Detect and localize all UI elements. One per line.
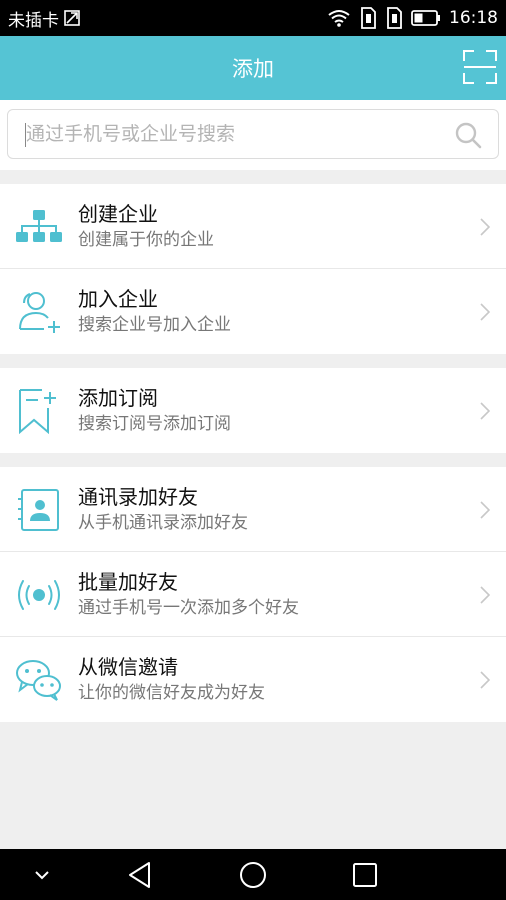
list-item-wechat-invite[interactable]: 从微信邀请 让你的微信好友成为好友 bbox=[0, 637, 506, 722]
list-item-batch-add-friends[interactable]: 批量加好友 通过手机号一次添加多个好友 bbox=[0, 552, 506, 637]
search-box bbox=[7, 109, 499, 159]
item-subtitle: 让你的微信好友成为好友 bbox=[78, 683, 265, 703]
system-nav-bar bbox=[0, 849, 506, 900]
back-triangle-icon bbox=[129, 862, 150, 888]
chevron-right-icon bbox=[480, 586, 490, 604]
carrier-label: 未插卡 bbox=[8, 10, 59, 31]
status-bar: 未插卡 16:18 bbox=[0, 0, 506, 36]
sim-slot-2-icon bbox=[387, 7, 402, 29]
broadcast-icon bbox=[18, 580, 60, 610]
page-title: 添加 bbox=[232, 57, 274, 81]
list-item-join-enterprise[interactable]: 加入企业 搜索企业号加入企业 bbox=[0, 269, 506, 354]
search-icon[interactable] bbox=[454, 121, 482, 149]
add-user-icon bbox=[19, 292, 60, 333]
home-button[interactable] bbox=[235, 857, 271, 893]
no-sim-icon bbox=[64, 10, 80, 26]
text-cursor bbox=[25, 123, 26, 147]
item-title: 添加订阅 bbox=[78, 386, 158, 410]
chevron-right-icon bbox=[480, 303, 490, 321]
chevron-right-icon bbox=[480, 501, 490, 519]
item-title: 创建企业 bbox=[78, 202, 158, 226]
search-input[interactable] bbox=[26, 110, 446, 158]
chevron-down-icon bbox=[35, 871, 49, 880]
chevron-right-icon bbox=[480, 218, 490, 236]
recents-button[interactable] bbox=[347, 857, 383, 893]
chevron-right-icon bbox=[480, 671, 490, 689]
app-header: 添加 bbox=[0, 36, 506, 100]
battery-icon bbox=[411, 10, 440, 26]
org-chart-icon bbox=[16, 210, 62, 242]
sim-slot-1-icon bbox=[361, 7, 376, 29]
contacts-icon bbox=[18, 489, 59, 531]
item-title: 通讯录加好友 bbox=[78, 485, 198, 509]
menu-group-subscription: 添加订阅 搜索订阅号添加订阅 bbox=[0, 368, 506, 453]
home-circle-icon bbox=[240, 862, 266, 888]
item-subtitle: 从手机通讯录添加好友 bbox=[78, 513, 248, 533]
search-section bbox=[0, 100, 506, 170]
menu-group-friends: 通讯录加好友 从手机通讯录添加好友 批量加好友 通过手机号一次添加多个好友 从微… bbox=[0, 467, 506, 722]
item-title: 批量加好友 bbox=[78, 570, 178, 594]
item-title: 加入企业 bbox=[78, 287, 158, 311]
item-subtitle: 创建属于你的企业 bbox=[78, 230, 214, 250]
carrier-status: 未插卡 bbox=[8, 6, 81, 31]
item-title: 从微信邀请 bbox=[78, 655, 178, 679]
wechat-icon bbox=[16, 660, 61, 701]
bookmark-add-icon bbox=[19, 389, 56, 434]
menu-group-enterprise: 创建企业 创建属于你的企业 加入企业 搜索企业号加入企业 bbox=[0, 184, 506, 354]
chevron-right-icon bbox=[480, 402, 490, 420]
clock: 16:18 bbox=[449, 8, 498, 28]
item-subtitle: 搜索订阅号添加订阅 bbox=[78, 414, 231, 434]
hide-keyboard-button[interactable] bbox=[24, 857, 60, 893]
list-item-contacts-add-friend[interactable]: 通讯录加好友 从手机通讯录添加好友 bbox=[0, 467, 506, 552]
scan-icon[interactable] bbox=[462, 49, 498, 85]
recents-square-icon bbox=[353, 863, 377, 887]
list-item-create-enterprise[interactable]: 创建企业 创建属于你的企业 bbox=[0, 184, 506, 269]
wifi-icon bbox=[328, 10, 350, 27]
item-subtitle: 通过手机号一次添加多个好友 bbox=[78, 598, 299, 618]
list-item-add-subscription[interactable]: 添加订阅 搜索订阅号添加订阅 bbox=[0, 368, 506, 453]
item-subtitle: 搜索企业号加入企业 bbox=[78, 315, 231, 335]
back-button[interactable] bbox=[122, 857, 158, 893]
